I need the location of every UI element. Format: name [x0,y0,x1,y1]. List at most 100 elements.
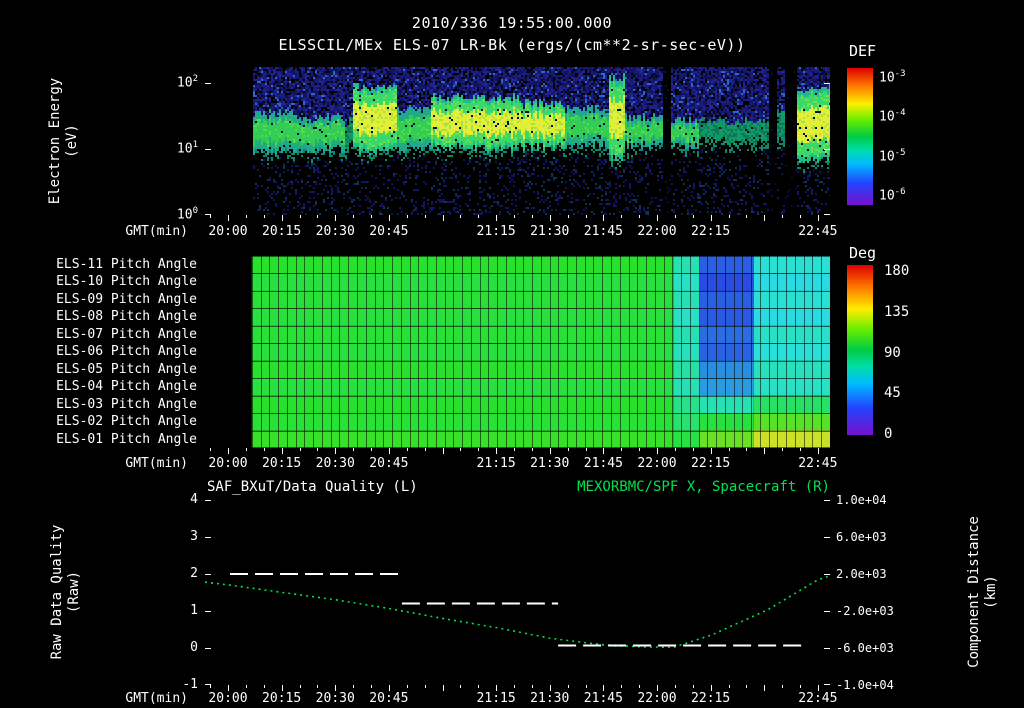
x-minor-tick-mark [639,215,640,218]
x-tick-mark [282,215,283,221]
x-minor-tick-mark [300,448,301,451]
x-minor-tick-mark [568,215,569,218]
x-tick-mark [711,215,712,221]
x-tick-mark [389,215,390,221]
x-minor-tick-mark [210,215,211,218]
p3-y-tick-label-right: -1.0e+04 [836,678,894,692]
x-tick-label: 21:15 [476,691,516,706]
plot-page: 2010/336 19:55:00.000 ELSSCIL/MEx ELS-07… [0,0,1024,708]
colorbar-tick-label: 10-6 [879,187,906,204]
x-tick-mark [335,215,336,221]
p2-xtick-labels: 20:00 20:15 20:30 20:45 21:15 21:30 21:45 22:00… [205,456,837,472]
x-tick-mark [764,215,765,221]
x-minor-tick-mark [514,448,515,451]
x-tick-label: 20:30 [315,224,355,239]
p2-xaxis-label: GMT(min) [125,456,188,471]
pitch-row-label: ELS-09 Pitch Angle [56,291,197,307]
x-tick-label: 22:45 [798,456,838,471]
p1-colorbar [847,68,873,205]
x-minor-tick-mark [639,448,640,451]
x-minor-tick-mark [317,685,318,688]
x-minor-tick-mark [478,685,479,688]
p1-xticks [205,215,830,223]
x-minor-tick-mark [246,215,247,218]
x-tick-mark [228,215,229,221]
x-minor-tick-mark [264,215,265,218]
x-minor-tick-mark [782,685,783,688]
x-tick-label: 22:45 [798,224,838,239]
x-tick-label: 20:00 [208,691,248,706]
x-minor-tick-mark [407,448,408,451]
x-minor-tick-mark [514,685,515,688]
x-minor-tick-mark [586,685,587,688]
x-minor-tick-mark [353,448,354,451]
x-minor-tick-mark [746,215,747,218]
spectrogram-canvas [205,67,830,215]
x-minor-tick-mark [460,215,461,218]
p1-ylabel-line1: Electron Energy [47,77,63,205]
pitch-row-label: ELS-02 Pitch Angle [56,414,197,430]
p3-y-tick-label-right: 2.0e+03 [836,567,887,581]
x-minor-tick-mark [729,685,730,688]
x-minor-tick-mark [478,448,479,451]
x-tick-label: 20:15 [262,224,302,239]
p3-y-tick-label-left: 1 [190,603,198,618]
x-minor-tick-mark [800,685,801,688]
p1-xtick-labels: 20:00 20:15 20:30 20:45 21:15 21:30 21:45 22:00… [205,224,837,240]
x-tick-mark [282,448,283,454]
x-tick-label: 20:30 [315,691,355,706]
pitch-row-label: ELS-03 Pitch Angle [56,396,197,412]
p1-colorbar-labels: 10-3 10-4 10-5 10-6 [879,0,939,708]
p2-colorbar [847,265,873,435]
x-tick-label: 22:15 [691,691,731,706]
p3-xaxis-label: GMT(min) [125,691,188,706]
x-tick-label: 20:45 [369,691,409,706]
x-minor-tick-mark [782,215,783,218]
x-tick-label: 21:30 [530,691,570,706]
x-minor-tick-mark [300,685,301,688]
x-minor-tick-mark [532,448,533,451]
x-minor-tick-mark [586,215,587,218]
x-tick-mark [389,448,390,454]
x-tick-label: 21:45 [583,691,623,706]
p3-y-tick-label-left: 4 [190,492,198,507]
x-minor-tick-mark [407,215,408,218]
p3-ylabel-left-line2: (Raw) [66,570,82,614]
x-minor-tick-mark [300,215,301,218]
p3-y-tick-label-right: -2.0e+03 [836,604,894,618]
x-tick-mark [496,215,497,221]
colorbar-tick-label: 10-3 [879,69,906,86]
x-tick-mark [496,448,497,454]
x-tick-mark [657,215,658,221]
x-minor-tick-mark [246,685,247,688]
x-minor-tick-mark [675,448,676,451]
x-minor-tick-mark [693,685,694,688]
x-tick-mark [764,448,765,454]
x-minor-tick-mark [675,685,676,688]
pitch-row-label: ELS-05 Pitch Angle [56,361,197,377]
x-tick-mark [603,448,604,454]
x-tick-label: 20:15 [262,456,302,471]
pitch-row-label: ELS-06 Pitch Angle [56,344,197,360]
x-tick-label: 20:45 [369,456,409,471]
x-minor-tick-mark [693,215,694,218]
pitch-row-label: ELS-01 Pitch Angle [56,431,197,447]
pitch-angle-canvas [205,256,830,448]
x-minor-tick-mark [246,448,247,451]
p3-ylabel-right-line1: Component Distance [966,516,982,668]
p3-ylabel-right-line2: (km) [983,575,999,609]
x-tick-label: 20:15 [262,691,302,706]
x-minor-tick-mark [317,215,318,218]
x-minor-tick-mark [729,215,730,218]
x-tick-mark [603,215,604,221]
x-minor-tick-mark [729,448,730,451]
x-minor-tick-mark [264,448,265,451]
p3-y-tick-label-right: 1.0e+04 [836,493,887,507]
p2-xticks [205,448,830,456]
x-minor-tick-mark [317,448,318,451]
p3-y-tick-label-right: 6.0e+03 [836,530,887,544]
colorbar-tick-label: 0 [884,426,893,442]
p3-ylabel-right: Component Distance (km) [966,516,1000,668]
x-minor-tick-mark [693,448,694,451]
x-tick-mark [550,215,551,221]
